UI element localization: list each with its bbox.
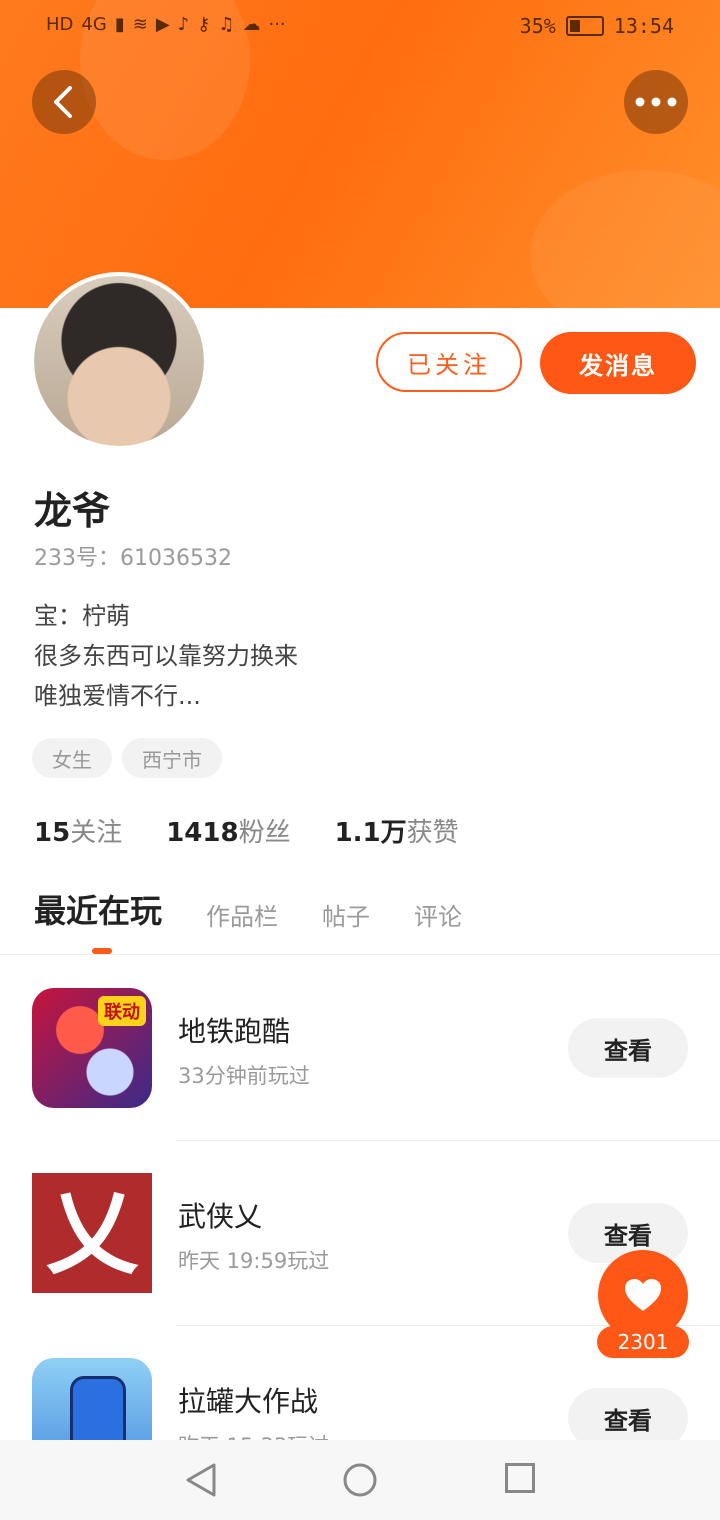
nav-back-icon[interactable] xyxy=(184,1462,218,1498)
weather-icon: ☁ xyxy=(242,14,261,35)
stat-followers[interactable]: 1418粉丝 xyxy=(166,812,290,849)
nav-home-icon[interactable] xyxy=(342,1462,378,1498)
game-icon-can-battle xyxy=(32,1358,152,1440)
profile-bio: 宝：柠萌 很多东西可以靠努力换来 唯独爱情不行... xyxy=(34,596,298,716)
view-button[interactable]: 查看 xyxy=(568,1018,688,1078)
back-arrow-icon xyxy=(54,86,72,118)
app-icon: ▶ xyxy=(155,14,170,35)
tab-works[interactable]: 作品栏 xyxy=(206,897,278,932)
profile-name: 龙爷 xyxy=(34,489,111,533)
wuxia-glyph: 乂 xyxy=(45,1179,138,1287)
stat-likes[interactable]: 1.1万获赞 xyxy=(335,812,459,849)
more-status-icon: ··· xyxy=(268,14,286,35)
tab-posts[interactable]: 帖子 xyxy=(322,897,370,932)
avatar-image xyxy=(34,276,204,446)
game-list-item[interactable]: 联动 地铁跑酷 33分钟前玩过 查看 xyxy=(0,988,720,1172)
tab-recently-played[interactable]: 最近在玩 xyxy=(34,886,162,954)
game-last-played: 昨天 15:33玩过 xyxy=(178,1430,329,1440)
game-title: 武侠乂 xyxy=(178,1200,263,1233)
banner-decoration xyxy=(530,170,720,308)
game-list-item[interactable]: 拉罐大作战 昨天 15:33玩过 查看 xyxy=(0,1358,720,1440)
key-icon: ⚷ xyxy=(197,14,211,35)
game-last-played: 昨天 19:59玩过 xyxy=(178,1249,330,1273)
hd-icon: HD xyxy=(46,14,74,35)
tag-gender: 女生 xyxy=(32,738,112,778)
like-count: 2301 xyxy=(597,1326,689,1358)
system-nav-bar xyxy=(0,1440,720,1520)
battery-icon xyxy=(565,16,604,36)
collab-badge: 联动 xyxy=(98,996,146,1026)
status-left-icons: HD 4G ▮ ≋ ▶ ♪ ⚷ ♫ ☁ ··· xyxy=(46,14,286,35)
avatar[interactable] xyxy=(34,276,204,446)
profile-tabs: 最近在玩 作品栏 帖子 评论 xyxy=(34,886,462,954)
clock: 13:54 xyxy=(613,14,674,38)
heart-icon xyxy=(625,1279,661,1311)
game-icon-wuxia: 乂 xyxy=(32,1173,152,1293)
signal-icon: ▮ xyxy=(114,14,125,35)
profile-id: 233号：61036532 xyxy=(34,546,232,571)
network-4g-icon: 4G xyxy=(81,14,107,35)
tab-comments[interactable]: 评论 xyxy=(414,897,462,932)
game-icon-subway-surfers: 联动 xyxy=(32,988,152,1108)
more-dots-icon xyxy=(635,97,677,107)
game-title: 拉罐大作战 xyxy=(178,1385,319,1418)
music-icon: ♪ xyxy=(177,14,190,35)
game-title: 地铁跑酷 xyxy=(178,1015,291,1048)
can-character xyxy=(70,1376,126,1440)
status-bar: HD 4G ▮ ≋ ▶ ♪ ⚷ ♫ ☁ ··· 35% 13:54 xyxy=(0,0,720,56)
stat-following[interactable]: 15关注 xyxy=(34,812,122,849)
tag-city: 西宁市 xyxy=(122,738,222,778)
bio-line: 唯独爱情不行... xyxy=(34,682,201,710)
more-options-button[interactable] xyxy=(624,70,688,134)
list-divider xyxy=(176,1140,720,1141)
bio-line: 很多东西可以靠努力换来 xyxy=(34,642,298,670)
following-button[interactable]: 已关注 xyxy=(376,332,522,392)
profile-tags: 女生 西宁市 xyxy=(32,738,222,778)
nav-recents-icon[interactable] xyxy=(504,1462,536,1494)
back-button[interactable] xyxy=(32,70,96,134)
wifi-icon: ≋ xyxy=(132,14,148,35)
battery-percent: 35% xyxy=(519,14,556,38)
tabs-divider xyxy=(0,954,720,955)
profile-stats: 15关注 1418粉丝 1.1万获赞 xyxy=(34,812,459,849)
view-button[interactable]: 查看 xyxy=(568,1388,688,1440)
tiktok-icon: ♫ xyxy=(218,14,235,35)
send-message-button[interactable]: 发消息 xyxy=(540,332,696,394)
status-right: 35% 13:54 xyxy=(520,14,674,38)
bio-line: 宝：柠萌 xyxy=(34,602,130,630)
game-last-played: 33分钟前玩过 xyxy=(178,1064,310,1088)
